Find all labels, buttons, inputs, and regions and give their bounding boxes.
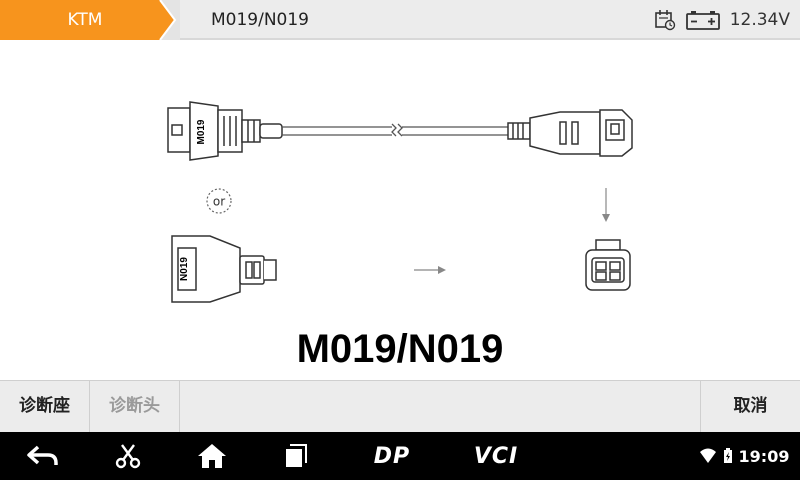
home-button[interactable] (188, 432, 236, 480)
vci-button[interactable]: VCI (464, 432, 528, 480)
back-button[interactable] (18, 432, 68, 480)
clock: 19:09 (738, 446, 790, 466)
cable-line (282, 123, 508, 137)
ktm-plug-top (507, 109, 633, 157)
screenshot-button[interactable] (104, 432, 152, 480)
or-label: or (213, 195, 225, 209)
breadcrumb-item-connector[interactable]: M019/N019 (180, 0, 340, 40)
recent-apps-button[interactable] (272, 432, 320, 480)
vci-label: VCI (473, 443, 519, 469)
arrow-right-icon (414, 266, 446, 274)
system-nav-bar: DP VCI 19:09 (0, 432, 800, 480)
breadcrumb-item-ktm[interactable]: KTM (0, 0, 170, 40)
diag-socket-button[interactable]: 诊断座 (0, 381, 90, 432)
voltage-readout: 12.34V (729, 10, 790, 30)
top-bar: KTM M019/N019 12.34V (0, 0, 800, 40)
obd-plug-top (167, 101, 283, 161)
arrow-down-icon (602, 188, 610, 222)
battery-charging-icon (723, 448, 732, 463)
back-arrow-icon (27, 445, 58, 465)
or-separator: or (206, 188, 232, 214)
system-status: 19:09 (694, 432, 794, 480)
connector-diagram: M019 or N019 (167, 101, 633, 303)
dp-label: DP (373, 443, 411, 469)
calendar-clock-icon (654, 10, 675, 31)
diag-head-button[interactable]: 诊断头 (90, 381, 180, 432)
cancel-button[interactable]: 取消 (700, 381, 800, 432)
top-connector-label: M019 (196, 119, 207, 144)
ktm-socket-bottom (585, 239, 631, 291)
bottom-connector-label: N019 (179, 257, 190, 281)
connector-title: M019/N019 (296, 327, 504, 371)
action-bar: 诊断座 诊断头 取消 (0, 380, 800, 432)
wifi-icon (699, 448, 716, 463)
recent-apps-icon (286, 444, 307, 467)
dp-button[interactable]: DP (360, 432, 424, 480)
battery-icon (685, 11, 720, 30)
scissors-icon (115, 444, 141, 469)
connector-diagram-area: M019 or N019 M019/N019 (0, 40, 800, 380)
status-area: 12.34V (654, 0, 790, 40)
home-icon (198, 444, 226, 468)
